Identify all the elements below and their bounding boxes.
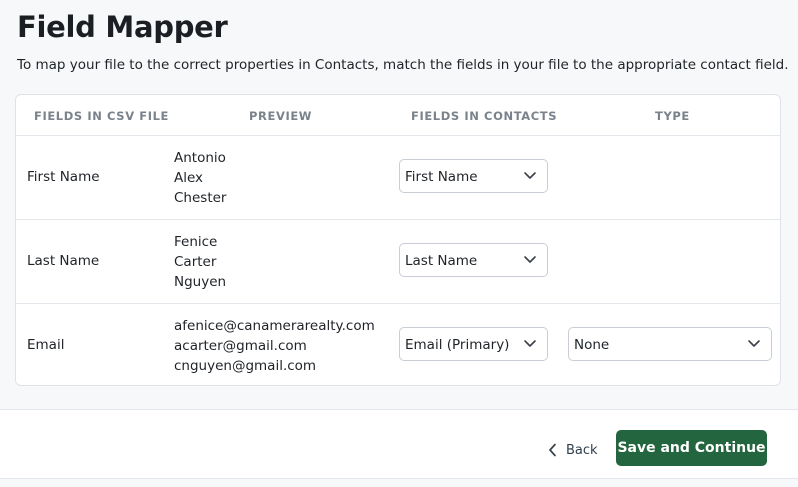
contact-field-select[interactable]: Last Name [399,243,548,277]
chevron-down-icon [524,256,536,263]
preview-values: afenice@canamerarealty.com acarter@gmail… [174,316,375,376]
footer-bottom-divider [0,478,798,479]
back-label: Back [566,442,598,458]
preview-value: afenice@canamerarealty.com [174,318,375,334]
csv-field-name: Last Name [27,253,100,269]
contact-field-select[interactable]: First Name [399,159,548,193]
page-subtitle: To map your file to the correct properti… [17,57,789,73]
preview-value: Antonio [174,150,226,166]
preview-values: Fenice Carter Nguyen [174,232,226,292]
preview-value: acarter@gmail.com [174,338,307,354]
field-mapper-table: FIELDS IN CSV FILE PREVIEW FIELDS IN CON… [15,94,781,386]
preview-value: Fenice [174,234,218,250]
preview-value: Nguyen [174,274,227,290]
table-header: FIELDS IN CSV FILE PREVIEW FIELDS IN CON… [16,95,780,136]
preview-value: Chester [174,190,227,206]
column-header-contacts: FIELDS IN CONTACTS [411,109,558,123]
type-value: None [574,337,610,353]
contact-field-value: First Name [405,169,478,185]
csv-field-name: First Name [27,169,100,185]
type-select[interactable]: None [568,327,772,361]
column-header-csv: FIELDS IN CSV FILE [34,109,170,123]
footer-bar: Back Save and Continue [0,410,798,478]
preview-value: Alex [174,170,204,186]
preview-value: Carter [174,254,217,270]
chevron-down-icon [524,340,536,347]
column-header-type: TYPE [655,109,690,123]
table-row: Email afenice@canamerarealty.com acarter… [16,303,780,387]
column-header-preview: PREVIEW [249,109,313,123]
back-button[interactable]: Back [548,440,598,460]
chevron-down-icon [524,172,536,179]
contact-field-value: Last Name [405,253,478,269]
table-row: Last Name Fenice Carter Nguyen Last Name [16,219,780,304]
table-row: First Name Antonio Alex Chester First Na… [16,135,780,220]
preview-values: Antonio Alex Chester [174,148,226,208]
contact-field-select[interactable]: Email (Primary) [399,327,548,361]
csv-field-name: Email [27,337,65,353]
page-title: Field Mapper [17,10,228,44]
chevron-down-icon [748,340,760,347]
chevron-left-icon [549,443,556,457]
contact-field-value: Email (Primary) [405,337,510,353]
save-and-continue-button[interactable]: Save and Continue [616,430,767,466]
preview-value: cnguyen@gmail.com [174,358,317,374]
